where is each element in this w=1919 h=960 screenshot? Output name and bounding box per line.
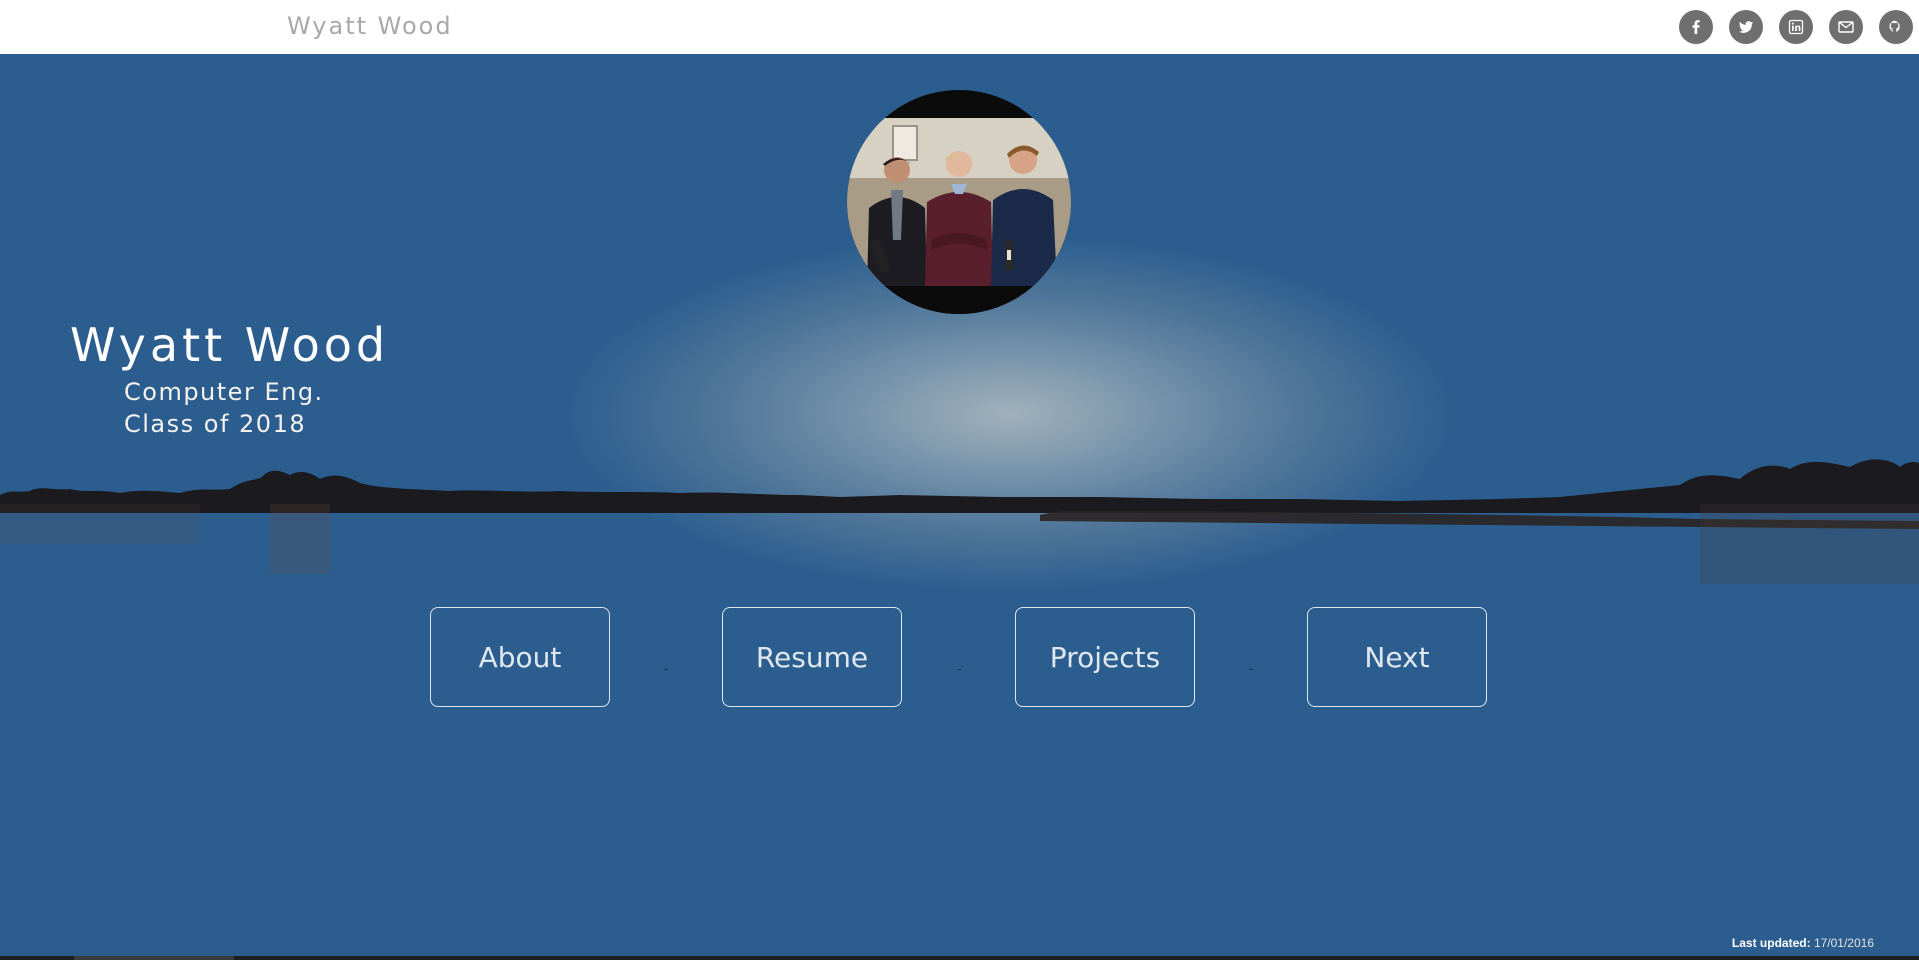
facebook-icon[interactable]: [1679, 10, 1713, 44]
hero-name: Wyatt Wood: [70, 318, 390, 372]
hero-subtitle: Computer Eng. Class of 2018: [124, 376, 324, 440]
twitter-icon[interactable]: [1729, 10, 1763, 44]
resume-button[interactable]: Resume: [722, 607, 902, 707]
water-reflection: [0, 504, 1919, 584]
nav-separator: [664, 669, 668, 670]
horizontal-scrollbar-thumb[interactable]: [74, 956, 234, 960]
last-updated: Last updated: 17/01/2016: [1732, 936, 1874, 950]
hero-subtitle-major: Computer Eng.: [124, 378, 324, 406]
hero-subtitle-class: Class of 2018: [124, 410, 307, 438]
mail-icon[interactable]: [1829, 10, 1863, 44]
profile-photo: [847, 90, 1071, 314]
next-button[interactable]: Next: [1307, 607, 1487, 707]
about-button[interactable]: About: [430, 607, 610, 707]
last-updated-label: Last updated:: [1731, 936, 1811, 950]
last-updated-date: 17/01/2016: [1813, 936, 1874, 950]
nav-separator: [1249, 669, 1253, 670]
nav-separator: [957, 669, 961, 670]
horizontal-scrollbar-track[interactable]: [0, 956, 1919, 960]
github-icon[interactable]: [1879, 10, 1913, 44]
top-navbar: Wyatt Wood: [0, 0, 1919, 54]
brand-link[interactable]: Wyatt Wood: [287, 12, 453, 40]
social-links: [1679, 10, 1919, 44]
linkedin-icon[interactable]: [1779, 10, 1813, 44]
projects-button[interactable]: Projects: [1015, 607, 1195, 707]
